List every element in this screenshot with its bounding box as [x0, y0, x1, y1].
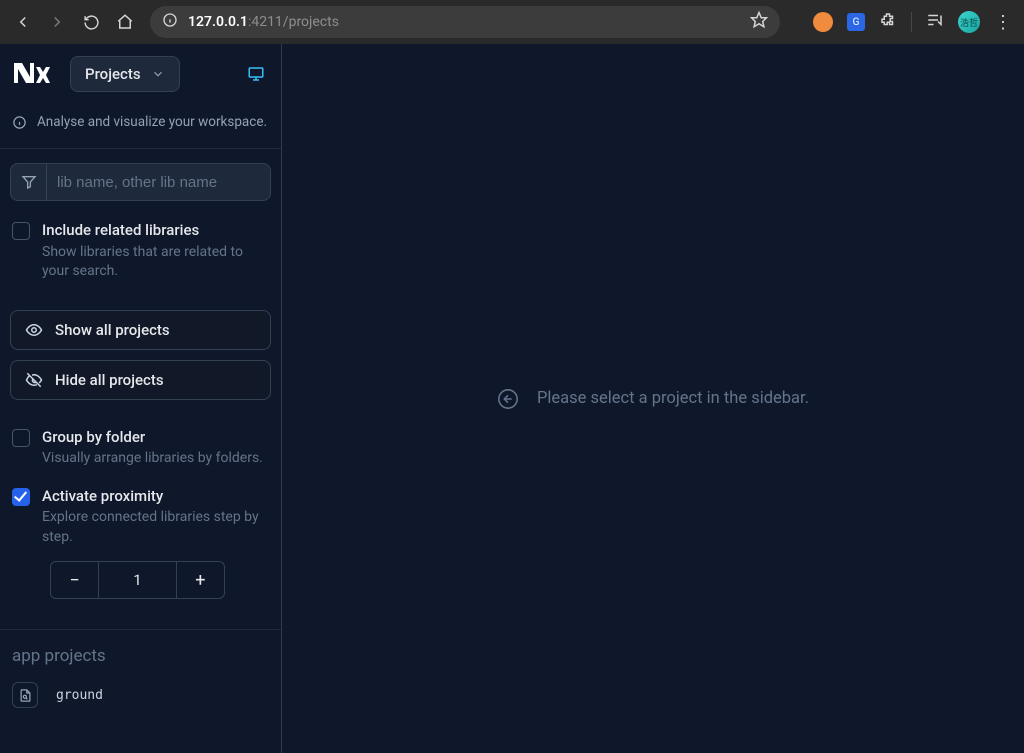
option-include-related[interactable]: Include related libraries Show libraries…	[10, 201, 271, 282]
browser-menu-icon[interactable]: ⋮	[994, 12, 1012, 33]
metamask-icon[interactable]	[813, 12, 833, 32]
document-icon[interactable]	[12, 682, 38, 708]
hide-all-label: Hide all projects	[55, 371, 164, 389]
option-desc: Explore connected libraries step by step…	[42, 508, 269, 547]
proximity-stepper: − 1 +	[50, 561, 225, 599]
arrow-left-circle-icon	[497, 388, 519, 410]
show-all-button[interactable]: Show all projects	[10, 310, 271, 350]
checkbox-group-by-folder[interactable]	[12, 429, 30, 447]
empty-state: Please select a project in the sidebar.	[497, 388, 809, 410]
bookmark-star-icon[interactable]	[750, 11, 768, 33]
nx-logo	[12, 59, 54, 89]
sidebar-headline: Analyse and visualize your workspace.	[0, 106, 281, 149]
project-row[interactable]: ground	[10, 678, 271, 712]
option-title: Group by folder	[42, 428, 263, 448]
stepper-decrement[interactable]: −	[50, 561, 99, 599]
sidebar: Projects Analyse and visualize your work…	[0, 44, 282, 753]
forward-icon[interactable]	[48, 13, 66, 31]
projects-selector-label: Projects	[85, 65, 141, 83]
reading-list-icon[interactable]	[926, 11, 944, 33]
filter-input[interactable]	[46, 163, 271, 201]
hide-all-button[interactable]: Hide all projects	[10, 360, 271, 400]
option-activate-proximity[interactable]: Activate proximity Explore connected lib…	[10, 469, 271, 548]
back-icon[interactable]	[14, 13, 32, 31]
browser-chrome: 127.0.0.1:4211/projects G 浩哲 ⋮	[0, 0, 1024, 44]
option-desc: Visually arrange libraries by folders.	[42, 449, 263, 469]
home-icon[interactable]	[116, 13, 134, 31]
sidebar-header: Projects	[0, 44, 281, 106]
project-name: ground	[56, 688, 103, 703]
display-mode-icon[interactable]	[243, 61, 269, 87]
section-title-app-projects: app projects	[10, 630, 271, 678]
checkbox-include-related[interactable]	[12, 222, 30, 240]
project-visibility-actions: Show all projects Hide all projects	[10, 310, 271, 400]
address-bar[interactable]: 127.0.0.1:4211/projects	[150, 6, 780, 38]
eye-icon	[25, 321, 43, 339]
option-group-by-folder[interactable]: Group by folder Visually arrange librari…	[10, 400, 271, 469]
filter-row	[10, 163, 271, 201]
empty-state-text: Please select a project in the sidebar.	[537, 389, 809, 408]
stepper-value: 1	[99, 561, 176, 599]
address-text: 127.0.0.1:4211/projects	[188, 14, 740, 30]
site-info-icon[interactable]	[162, 12, 178, 32]
separator	[911, 12, 912, 32]
sidebar-headline-text: Analyse and visualize your workspace.	[37, 114, 267, 130]
main-content: Please select a project in the sidebar.	[282, 44, 1024, 753]
filter-icon[interactable]	[10, 163, 46, 201]
option-title: Include related libraries	[42, 221, 269, 241]
chevron-down-icon	[151, 67, 165, 81]
stepper-increment[interactable]: +	[176, 561, 225, 599]
profile-avatar[interactable]: 浩哲	[958, 11, 980, 33]
reload-icon[interactable]	[82, 13, 100, 31]
info-icon	[12, 115, 27, 130]
app-root: Projects Analyse and visualize your work…	[0, 44, 1024, 753]
option-desc: Show libraries that are related to your …	[42, 243, 269, 282]
browser-nav	[8, 13, 140, 31]
sidebar-body: Include related libraries Show libraries…	[0, 149, 281, 753]
browser-extensions: G 浩哲 ⋮	[813, 11, 1016, 33]
option-title: Activate proximity	[42, 487, 269, 507]
extensions-icon[interactable]	[879, 11, 897, 33]
checkbox-activate-proximity[interactable]	[12, 488, 30, 506]
google-translate-icon[interactable]: G	[847, 13, 865, 31]
eye-off-icon	[25, 371, 43, 389]
show-all-label: Show all projects	[55, 321, 170, 339]
projects-selector[interactable]: Projects	[70, 56, 180, 92]
